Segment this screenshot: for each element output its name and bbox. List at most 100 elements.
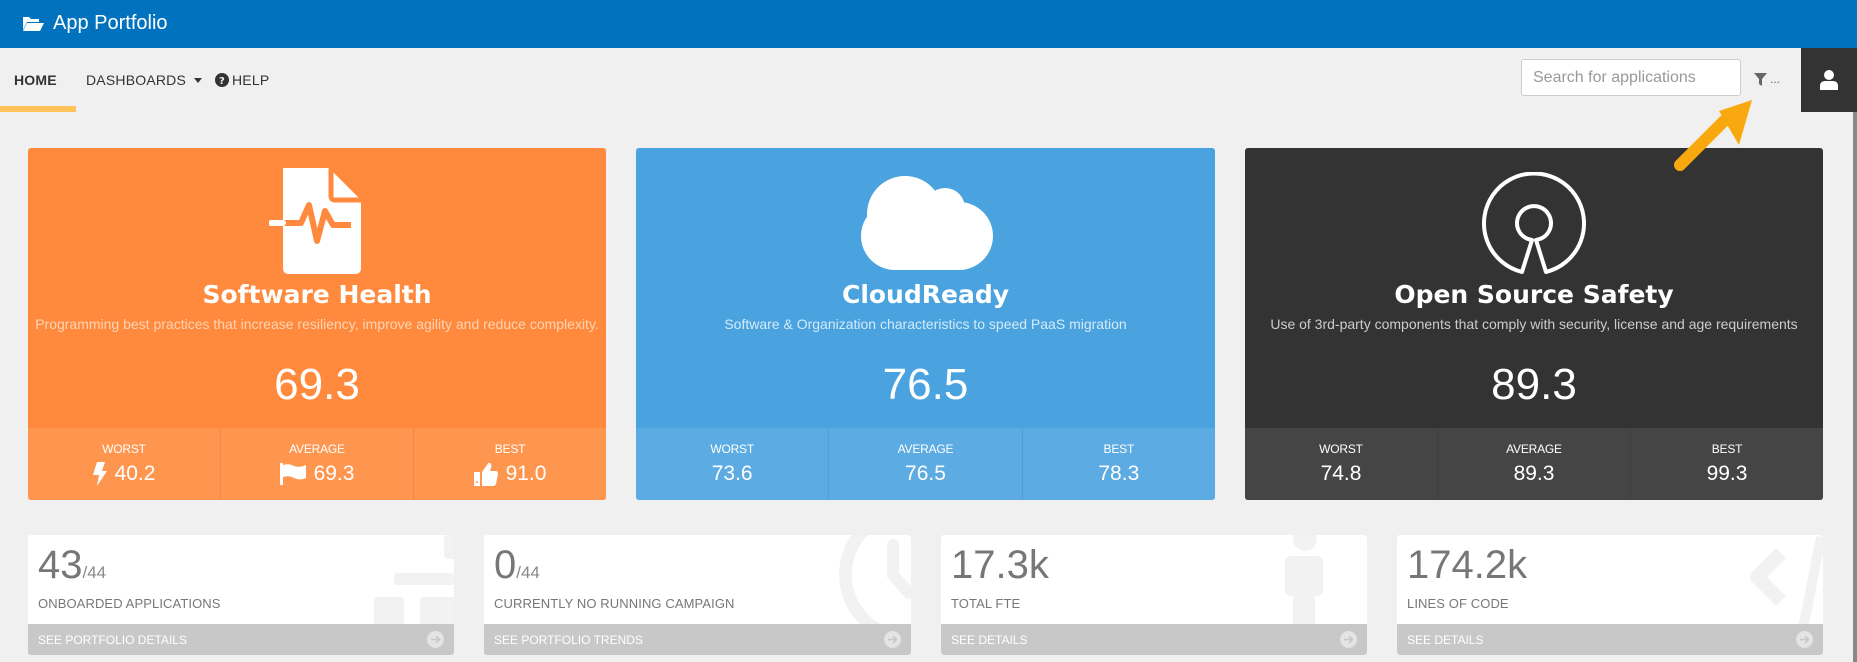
tile-value-number: 0 — [494, 543, 517, 587]
stat-best[interactable]: BEST 78.3 — [1021, 428, 1215, 500]
card-description: Use of 3rd-party components that comply … — [1270, 316, 1798, 332]
nav-home[interactable]: HOME — [14, 72, 57, 88]
tile-label: ONBOARDED APPLICATIONS — [38, 596, 221, 611]
software-health-card[interactable]: Software Health Programming best practic… — [28, 148, 606, 500]
open-source-safety-card[interactable]: Open Source Safety Use of 3rd-party comp… — [1245, 148, 1823, 500]
nav-home-label: HOME — [14, 72, 57, 88]
stat-label: AVERAGE — [289, 442, 345, 456]
sitemap-icon — [374, 535, 454, 627]
see-portfolio-trends-link[interactable]: SEE PORTFOLIO TRENDS — [484, 624, 911, 655]
stat-value: 99.3 — [1706, 462, 1748, 485]
tile-link-label: SEE DETAILS — [951, 632, 1028, 647]
stat-label: AVERAGE — [897, 442, 954, 456]
nav-dashboards-label: DASHBOARDS — [86, 72, 187, 88]
see-portfolio-details-link[interactable]: SEE PORTFOLIO DETAILS — [28, 624, 454, 655]
nav-help-label: HELP — [232, 72, 270, 88]
thumbs-up-icon — [473, 462, 498, 486]
tile-value-suffix: /44 — [82, 563, 107, 582]
open-source-icon — [1482, 172, 1586, 274]
tile-value-number: 17.3k — [951, 543, 1049, 587]
see-loc-details-link[interactable]: SEE DETAILS — [1397, 624, 1823, 655]
stat-value: 73.6 — [711, 462, 753, 485]
question-circle-icon: ? — [215, 73, 229, 87]
flag-icon — [279, 463, 306, 485]
code-icon — [1750, 536, 1823, 629]
bolt-icon — [92, 462, 107, 486]
stat-label: BEST — [494, 442, 526, 456]
tile-label: LINES OF CODE — [1407, 596, 1509, 611]
cloud-icon — [860, 176, 993, 270]
stat-value: 69.3 — [313, 462, 355, 485]
nav-dashboards[interactable]: DASHBOARDS — [86, 72, 203, 88]
card-description: Software & Organization characteristics … — [724, 316, 1127, 332]
file-pulse-icon — [269, 168, 361, 274]
stat-worst[interactable]: WORST 74.8 — [1245, 428, 1437, 500]
stat-worst[interactable]: WORST 40.2 — [28, 428, 220, 500]
tile-link-label: SEE PORTFOLIO DETAILS — [38, 632, 187, 647]
nav-help[interactable]: ? HELP — [215, 72, 269, 88]
card-score: 76.5 — [882, 360, 969, 409]
onboarded-applications-tile: 43/44 ONBOARDED APPLICATIONS SEE PORTFOL… — [28, 535, 454, 655]
cloudready-card[interactable]: CloudReady Software & Organization chara… — [636, 148, 1215, 500]
stat-value: 89.3 — [1513, 462, 1555, 485]
card-title: Open Source Safety — [1394, 280, 1674, 309]
top-bar: App Portfolio — [0, 0, 1857, 48]
arrow-right-circle-icon — [427, 631, 444, 648]
stat-value: 74.8 — [1320, 462, 1362, 485]
tile-value: 17.3k — [951, 543, 1049, 588]
main-nav: HOME DASHBOARDS ? HELP ... — [0, 48, 1857, 112]
stat-average[interactable]: AVERAGE 76.5 — [828, 428, 1021, 500]
stat-label: BEST — [1103, 442, 1135, 456]
app-title: App Portfolio — [53, 12, 168, 34]
card-description: Programming best practices that increase… — [35, 316, 599, 332]
tile-value-suffix: /44 — [516, 563, 540, 582]
stat-best[interactable]: BEST 91.0 — [413, 428, 606, 500]
clock-icon — [839, 535, 911, 629]
card-stats: WORST 40.2 AVERAGE 69.3 BEST 91.0 — [28, 428, 606, 500]
filter-more-label: ... — [1770, 72, 1781, 86]
stat-best[interactable]: BEST 99.3 — [1630, 428, 1823, 500]
card-stats: WORST 73.6 AVERAGE 76.5 BEST 78.3 — [636, 428, 1215, 500]
tile-value: 174.2k — [1407, 543, 1527, 588]
running-campaign-tile: 0/44 CURRENTLY NO RUNNING CAMPAIGN SEE P… — [484, 535, 911, 655]
stat-average[interactable]: AVERAGE 89.3 — [1437, 428, 1630, 500]
tile-link-label: SEE PORTFOLIO TRENDS — [494, 632, 643, 647]
tile-value-number: 43 — [38, 543, 83, 587]
tile-link-label: SEE DETAILS — [1407, 632, 1484, 647]
app-brand[interactable]: App Portfolio — [22, 12, 168, 35]
stat-value: 78.3 — [1098, 462, 1140, 485]
card-title: Software Health — [202, 280, 432, 309]
arrow-right-circle-icon — [884, 631, 901, 648]
arrow-right-circle-icon — [1796, 631, 1813, 648]
tile-value-number: 174.2k — [1407, 543, 1528, 587]
card-title: CloudReady — [841, 280, 1010, 309]
user-icon — [1820, 70, 1838, 90]
stat-value: 91.0 — [505, 462, 547, 485]
pointer-arrow-icon — [1674, 100, 1752, 171]
stat-average[interactable]: AVERAGE 69.3 — [220, 428, 413, 500]
card-score: 69.3 — [274, 360, 360, 409]
see-fte-details-link[interactable]: SEE DETAILS — [941, 624, 1367, 655]
tile-value: 0/44 — [494, 543, 540, 588]
stat-worst[interactable]: WORST 73.6 — [636, 428, 828, 500]
lines-of-code-tile: 174.2k LINES OF CODE SEE DETAILS — [1397, 535, 1823, 655]
folder-open-icon — [23, 17, 44, 31]
svg-text:?: ? — [219, 76, 225, 87]
stat-value: 76.5 — [905, 462, 946, 485]
stat-value: 40.2 — [114, 462, 156, 485]
stat-label: BEST — [1711, 442, 1743, 456]
tile-value: 43/44 — [38, 543, 106, 588]
person-icon — [1285, 535, 1323, 629]
stat-label: WORST — [710, 442, 754, 456]
filter-button[interactable]: ... — [1754, 72, 1780, 86]
page-scrollbar[interactable] — [1853, 112, 1857, 662]
stat-label: WORST — [102, 442, 146, 456]
active-tab-indicator — [0, 106, 76, 112]
tile-label: CURRENTLY NO RUNNING CAMPAIGN — [494, 596, 735, 611]
caret-down-icon — [194, 77, 203, 83]
user-menu-button[interactable] — [1801, 48, 1857, 112]
tile-label: TOTAL FTE — [951, 596, 1021, 611]
card-score: 89.3 — [1491, 360, 1577, 409]
stat-label: AVERAGE — [1506, 442, 1562, 456]
card-stats: WORST 74.8 AVERAGE 89.3 BEST 99.3 — [1245, 428, 1823, 500]
